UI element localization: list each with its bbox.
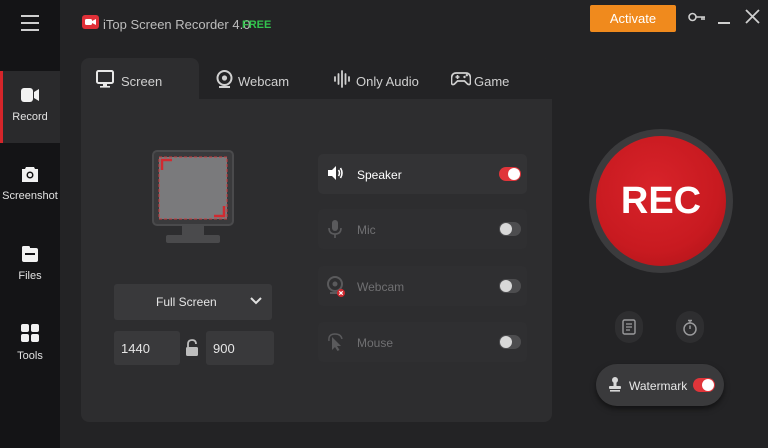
mouse-toggle[interactable] bbox=[499, 335, 521, 349]
watermark-control[interactable]: Watermark bbox=[596, 364, 724, 406]
tab-screen[interactable]: Screen bbox=[81, 58, 199, 99]
tab-bar: Screen Webcam Only Audio Game bbox=[81, 58, 552, 99]
files-icon bbox=[22, 246, 38, 262]
activate-button[interactable]: Activate bbox=[590, 5, 676, 32]
sidebar-item-screenshot[interactable]: Screenshot bbox=[0, 150, 60, 222]
key-icon[interactable] bbox=[688, 11, 706, 23]
close-icon[interactable] bbox=[745, 9, 760, 24]
notes-icon bbox=[622, 319, 636, 335]
tab-webcam[interactable]: Webcam bbox=[213, 58, 313, 99]
mic-toggle[interactable] bbox=[499, 222, 521, 236]
camera-icon bbox=[22, 167, 38, 182]
webcam-off-icon bbox=[327, 276, 345, 297]
width-input[interactable] bbox=[114, 331, 180, 365]
minimize-icon[interactable] bbox=[718, 22, 730, 24]
rec-button[interactable]: REC bbox=[596, 136, 726, 266]
capture-mode-dropdown[interactable]: Full Screen bbox=[114, 284, 272, 320]
watermark-toggle[interactable] bbox=[693, 378, 715, 392]
option-mic[interactable]: Mic bbox=[318, 209, 527, 249]
stopwatch-icon bbox=[683, 319, 697, 336]
record-icon bbox=[21, 88, 39, 102]
speaker-icon bbox=[328, 166, 343, 180]
sidebar: Record Screenshot Files Tools bbox=[0, 0, 60, 448]
app-logo-icon bbox=[82, 15, 99, 29]
menu-icon[interactable] bbox=[21, 15, 39, 31]
chevron-down-icon bbox=[250, 297, 262, 305]
recording-panel: Screen Webcam Only Audio Game Full Scree… bbox=[81, 58, 552, 422]
schedule-button[interactable] bbox=[615, 311, 643, 343]
speaker-toggle[interactable] bbox=[499, 167, 521, 181]
tab-game[interactable]: Game bbox=[449, 58, 539, 99]
monitor-preview-icon bbox=[152, 150, 234, 243]
option-mouse[interactable]: Mouse bbox=[318, 322, 527, 362]
tools-icon bbox=[21, 324, 39, 342]
gamepad-icon bbox=[451, 72, 471, 86]
mouse-cursor-icon bbox=[328, 333, 343, 351]
lock-icon[interactable] bbox=[185, 339, 199, 357]
webcam-icon bbox=[216, 70, 233, 88]
height-input[interactable] bbox=[206, 331, 274, 365]
watermark-label: Watermark bbox=[629, 379, 688, 393]
monitor-icon bbox=[96, 70, 114, 88]
sidebar-item-record[interactable]: Record bbox=[0, 71, 60, 143]
sidebar-item-tools[interactable]: Tools bbox=[0, 310, 60, 382]
free-badge: FREE bbox=[242, 19, 272, 31]
audio-wave-icon bbox=[334, 70, 350, 88]
mic-icon bbox=[328, 220, 342, 238]
sidebar-item-files[interactable]: Files bbox=[0, 230, 60, 302]
tab-only-audio[interactable]: Only Audio bbox=[331, 58, 431, 99]
sidebar-item-label: Record bbox=[12, 111, 48, 123]
app-title: iTop Screen Recorder 4.0 bbox=[103, 17, 251, 32]
option-webcam[interactable]: Webcam bbox=[318, 266, 527, 306]
sidebar-item-label: Screenshot bbox=[2, 190, 58, 202]
sidebar-item-label: Tools bbox=[17, 350, 43, 362]
webcam-toggle[interactable] bbox=[499, 279, 521, 293]
capture-mode-value: Full Screen bbox=[156, 295, 217, 309]
sidebar-item-label: Files bbox=[18, 270, 42, 282]
timer-button[interactable] bbox=[676, 311, 704, 343]
stamp-icon bbox=[609, 377, 621, 392]
option-speaker[interactable]: Speaker bbox=[318, 154, 527, 194]
